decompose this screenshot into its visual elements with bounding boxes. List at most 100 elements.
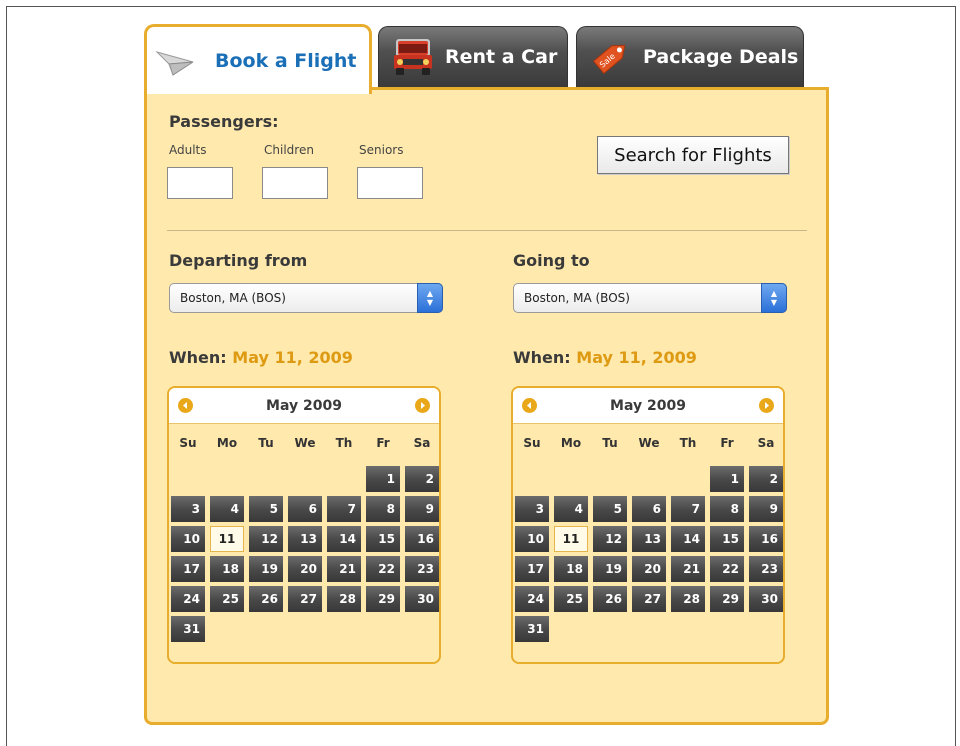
tab-book-a-flight[interactable]: Book a Flight bbox=[144, 24, 372, 94]
departing-from-value: Boston, MA (BOS) bbox=[180, 291, 286, 305]
car-icon bbox=[391, 37, 435, 77]
select-arrows-icon: ▲ ▼ bbox=[417, 283, 443, 313]
calendar-day[interactable]: 4 bbox=[210, 496, 244, 522]
calendar-day[interactable]: 5 bbox=[249, 496, 283, 522]
calendar-day[interactable]: 16 bbox=[749, 526, 783, 552]
calendar-day[interactable]: 18 bbox=[554, 556, 588, 582]
calendar-day[interactable]: 22 bbox=[710, 556, 744, 582]
calendar-day[interactable]: 15 bbox=[710, 526, 744, 552]
calendar-month-title: May 2009 bbox=[610, 398, 686, 414]
calendar-day[interactable]: 12 bbox=[593, 526, 627, 552]
going-calendar: May 2009 Su Mo Tu We Th Fr Sa 1 2 3 4 5 6 7 8 9 10 11 12 13… bbox=[511, 386, 785, 664]
calendar-day[interactable]: 9 bbox=[749, 496, 783, 522]
weekday-header: Fr bbox=[720, 436, 734, 450]
calendar-day[interactable]: 29 bbox=[366, 586, 400, 612]
paper-plane-icon bbox=[155, 44, 195, 78]
seniors-label: Seniors bbox=[359, 143, 404, 157]
calendar-day[interactable]: 22 bbox=[366, 556, 400, 582]
seniors-input[interactable] bbox=[357, 167, 423, 199]
calendar-day[interactable]: 6 bbox=[632, 496, 666, 522]
calendar-day[interactable]: 2 bbox=[749, 466, 783, 492]
calendar-day[interactable]: 23 bbox=[749, 556, 783, 582]
calendar-day[interactable]: 14 bbox=[327, 526, 361, 552]
calendar-day[interactable]: 14 bbox=[671, 526, 705, 552]
calendar-day[interactable]: 1 bbox=[366, 466, 400, 492]
calendar-day[interactable]: 13 bbox=[288, 526, 322, 552]
calendar-day[interactable]: 19 bbox=[249, 556, 283, 582]
calendar-day[interactable]: 21 bbox=[671, 556, 705, 582]
calendar-day[interactable]: 23 bbox=[405, 556, 439, 582]
calendar-day[interactable]: 7 bbox=[327, 496, 361, 522]
calendar-day[interactable]: 16 bbox=[405, 526, 439, 552]
tab-book-a-flight-label: Book a Flight bbox=[215, 49, 357, 72]
going-to-select[interactable]: Boston, MA (BOS) ▲ ▼ bbox=[513, 283, 787, 313]
calendar-day[interactable]: 6 bbox=[288, 496, 322, 522]
calendar-day[interactable]: 5 bbox=[593, 496, 627, 522]
booking-panel: Passengers: Adults Children Seniors Sear… bbox=[144, 87, 829, 725]
calendar-day[interactable]: 21 bbox=[327, 556, 361, 582]
calendar-day[interactable]: 8 bbox=[710, 496, 744, 522]
calendar-day[interactable]: 24 bbox=[515, 586, 549, 612]
calendar-day[interactable]: 28 bbox=[671, 586, 705, 612]
weekday-header: Su bbox=[523, 436, 541, 450]
going-when: When: May 11, 2009 bbox=[513, 348, 697, 367]
calendar-day[interactable]: 3 bbox=[171, 496, 205, 522]
calendar-day[interactable]: 17 bbox=[171, 556, 205, 582]
calendar-day[interactable]: 26 bbox=[593, 586, 627, 612]
calendar-month-title: May 2009 bbox=[266, 398, 342, 414]
calendar-day[interactable]: 25 bbox=[210, 586, 244, 612]
calendar-day[interactable]: 8 bbox=[366, 496, 400, 522]
calendar-day[interactable]: 25 bbox=[554, 586, 588, 612]
calendar-day[interactable]: 7 bbox=[671, 496, 705, 522]
calendar-day[interactable]: 28 bbox=[327, 586, 361, 612]
calendar-day[interactable]: 31 bbox=[171, 616, 205, 642]
calendar-day[interactable]: 3 bbox=[515, 496, 549, 522]
calendar-day[interactable]: 30 bbox=[749, 586, 783, 612]
adults-input[interactable] bbox=[167, 167, 233, 199]
calendar-day-selected[interactable]: 11 bbox=[210, 526, 244, 552]
calendar-day[interactable]: 4 bbox=[554, 496, 588, 522]
next-month-icon[interactable] bbox=[415, 398, 430, 413]
calendar-day[interactable]: 31 bbox=[515, 616, 549, 642]
calendar-day[interactable]: 13 bbox=[632, 526, 666, 552]
weekday-header: Su bbox=[179, 436, 197, 450]
calendar-header: May 2009 bbox=[169, 388, 439, 424]
calendar-day[interactable]: 30 bbox=[405, 586, 439, 612]
adults-label: Adults bbox=[169, 143, 207, 157]
weekday-header: Th bbox=[335, 436, 353, 450]
children-input[interactable] bbox=[262, 167, 328, 199]
calendar-day[interactable]: 20 bbox=[632, 556, 666, 582]
departing-when-date: May 11, 2009 bbox=[232, 348, 353, 367]
calendar-day[interactable]: 15 bbox=[366, 526, 400, 552]
calendar-day[interactable]: 24 bbox=[171, 586, 205, 612]
select-arrows-icon: ▲ ▼ bbox=[761, 283, 787, 313]
departing-from-select[interactable]: Boston, MA (BOS) ▲ ▼ bbox=[169, 283, 443, 313]
search-for-flights-button[interactable]: Search for Flights bbox=[597, 136, 789, 174]
tab-rent-a-car-label: Rent a Car bbox=[445, 46, 558, 68]
calendar-day[interactable]: 27 bbox=[288, 586, 322, 612]
calendar-day[interactable]: 12 bbox=[249, 526, 283, 552]
calendar-day[interactable]: 10 bbox=[515, 526, 549, 552]
weekday-header: Tu bbox=[258, 436, 274, 450]
calendar-header: May 2009 bbox=[513, 388, 783, 424]
calendar-day[interactable]: 17 bbox=[515, 556, 549, 582]
calendar-day[interactable]: 18 bbox=[210, 556, 244, 582]
sale-tag-icon: Sale bbox=[589, 37, 633, 77]
weekday-header: Mo bbox=[216, 436, 238, 450]
section-divider bbox=[167, 230, 807, 231]
weekday-header: Mo bbox=[560, 436, 582, 450]
children-label: Children bbox=[264, 143, 314, 157]
calendar-day[interactable]: 19 bbox=[593, 556, 627, 582]
tab-package-deals[interactable]: Sale Package Deals bbox=[576, 26, 804, 87]
calendar-day[interactable]: 29 bbox=[710, 586, 744, 612]
calendar-day[interactable]: 26 bbox=[249, 586, 283, 612]
tab-rent-a-car[interactable]: Rent a Car bbox=[378, 26, 568, 87]
calendar-day[interactable]: 2 bbox=[405, 466, 439, 492]
calendar-day-selected[interactable]: 11 bbox=[554, 526, 588, 552]
calendar-day[interactable]: 1 bbox=[710, 466, 744, 492]
calendar-day[interactable]: 10 bbox=[171, 526, 205, 552]
calendar-day[interactable]: 20 bbox=[288, 556, 322, 582]
next-month-icon[interactable] bbox=[759, 398, 774, 413]
calendar-day[interactable]: 9 bbox=[405, 496, 439, 522]
calendar-day[interactable]: 27 bbox=[632, 586, 666, 612]
